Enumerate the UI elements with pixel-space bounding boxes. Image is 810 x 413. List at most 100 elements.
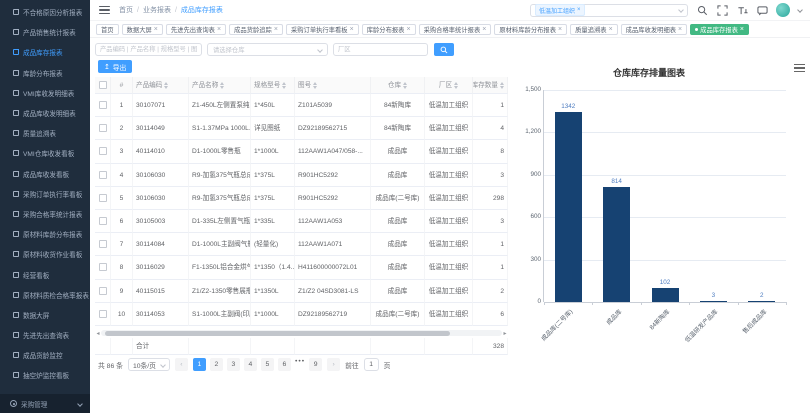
page-button[interactable]: 5 bbox=[261, 358, 274, 371]
font-size-icon[interactable] bbox=[736, 4, 748, 16]
search-icon[interactable] bbox=[696, 4, 708, 16]
organization-tag[interactable]: 低温加工组织 × bbox=[535, 4, 585, 16]
pagination-ellipsis[interactable]: ••• bbox=[295, 358, 305, 371]
table-cell: 30107071 bbox=[133, 94, 189, 117]
row-checkbox[interactable] bbox=[99, 194, 107, 202]
export-button[interactable]: ↥ 导出 bbox=[98, 60, 132, 73]
tab-item[interactable]: 数据大屏× bbox=[122, 24, 163, 35]
sidebar-footer-group[interactable]: 采购管理 bbox=[0, 394, 90, 413]
tag-close-icon[interactable]: × bbox=[577, 7, 581, 13]
goto-page-input[interactable] bbox=[364, 358, 379, 371]
scrollbar-track[interactable] bbox=[101, 330, 502, 336]
sort-icon[interactable] bbox=[220, 82, 224, 89]
sidebar-item[interactable]: 原材料收货作业看板 bbox=[0, 244, 90, 264]
tab-close-icon[interactable]: × bbox=[217, 26, 221, 33]
avatar[interactable] bbox=[776, 3, 790, 17]
sort-icon[interactable] bbox=[454, 82, 458, 89]
tab-item[interactable]: 采购合格率统计报表× bbox=[419, 24, 492, 35]
sidebar-item[interactable]: VMI库收发明细表 bbox=[0, 83, 90, 103]
fullscreen-icon[interactable] bbox=[716, 4, 728, 16]
table-header-col[interactable]: 库存数量 bbox=[473, 77, 508, 94]
sidebar-item[interactable]: 成品库存报表 bbox=[0, 42, 90, 62]
select-all-checkbox[interactable] bbox=[99, 81, 107, 89]
warehouse-select[interactable]: 请选择仓库 bbox=[207, 43, 328, 56]
sort-icon[interactable] bbox=[282, 82, 286, 89]
tab-close-icon[interactable]: × bbox=[154, 26, 158, 33]
sidebar-item[interactable]: 采购订单执行率看板 bbox=[0, 184, 90, 204]
row-checkbox[interactable] bbox=[99, 287, 107, 295]
sidebar-item[interactable]: VMI仓库收发看板 bbox=[0, 143, 90, 163]
sidebar-item[interactable]: 抽空炉监控看板 bbox=[0, 365, 90, 385]
table-header-col[interactable]: 产品名称 bbox=[189, 77, 251, 94]
page-button[interactable]: 4 bbox=[244, 358, 257, 371]
page-button[interactable]: 3 bbox=[227, 358, 240, 371]
table-header-col[interactable]: 产品编码 bbox=[133, 77, 189, 94]
row-checkbox[interactable] bbox=[99, 240, 107, 248]
table-header-col[interactable]: 厂区 bbox=[425, 77, 473, 94]
page-button[interactable]: 2 bbox=[210, 358, 223, 371]
page-button[interactable]: 1 bbox=[193, 358, 206, 371]
sidebar-item[interactable]: 数据大屏 bbox=[0, 305, 90, 325]
row-checkbox[interactable] bbox=[99, 101, 107, 109]
breadcrumb-section[interactable]: 业务报表 bbox=[143, 5, 171, 15]
sidebar-item[interactable]: 原材料质检合格率报表 bbox=[0, 285, 90, 305]
tab-item[interactable]: 首页 bbox=[96, 24, 119, 35]
tab-item[interactable]: 质量追溯表× bbox=[570, 24, 618, 35]
tab-item[interactable]: 采购订单执行率看板× bbox=[286, 24, 359, 35]
table-header-col[interactable]: 规格型号 bbox=[251, 77, 295, 94]
page-size-select[interactable]: 10条/页 bbox=[128, 358, 170, 371]
sidebar-item[interactable]: 成品库收发明细表 bbox=[0, 103, 90, 123]
organization-select[interactable]: 低温加工组织 × bbox=[530, 4, 688, 17]
chart-menu-icon[interactable] bbox=[794, 64, 805, 72]
table-header-col[interactable]: 仓库 bbox=[371, 77, 425, 94]
user-menu-caret-icon[interactable] bbox=[797, 7, 803, 13]
tab-close-icon[interactable]: × bbox=[406, 26, 410, 33]
sidebar-item[interactable]: 不合格原因分析报表 bbox=[0, 2, 90, 22]
search-button[interactable] bbox=[434, 43, 454, 56]
scroll-right-icon[interactable]: ▸ bbox=[502, 330, 508, 337]
tab-item[interactable]: 原材料库龄分布报表× bbox=[494, 24, 567, 35]
sort-icon[interactable] bbox=[403, 82, 407, 89]
sidebar-item[interactable]: 经营看板 bbox=[0, 264, 90, 284]
table-header-col[interactable]: 图号 bbox=[295, 77, 371, 94]
breadcrumb-home[interactable]: 首页 bbox=[119, 5, 133, 15]
message-icon[interactable] bbox=[756, 4, 768, 16]
scrollbar-thumb[interactable] bbox=[105, 331, 450, 336]
factory-input[interactable] bbox=[333, 43, 428, 56]
row-checkbox[interactable] bbox=[99, 171, 107, 179]
tab-close-icon[interactable]: × bbox=[274, 26, 278, 33]
keyword-input[interactable] bbox=[95, 43, 202, 56]
tab-close-icon[interactable]: × bbox=[609, 26, 613, 33]
sidebar-item[interactable]: 成品库收发看板 bbox=[0, 164, 90, 184]
sidebar-item[interactable]: 采购合格率统计报表 bbox=[0, 204, 90, 224]
row-checkbox[interactable] bbox=[99, 124, 107, 132]
sidebar-item[interactable]: 质量追溯表 bbox=[0, 123, 90, 143]
page-button[interactable]: 9 bbox=[309, 358, 322, 371]
sidebar-item[interactable]: 成品货龄监控 bbox=[0, 345, 90, 365]
sort-icon[interactable] bbox=[500, 82, 504, 89]
sidebar-collapse-icon[interactable] bbox=[99, 6, 110, 15]
tab-item[interactable]: 成品库收发明细表× bbox=[621, 24, 687, 35]
prev-page-button[interactable]: ‹ bbox=[175, 358, 188, 371]
sidebar-item[interactable]: 库龄分布报表 bbox=[0, 63, 90, 83]
tab-close-icon[interactable]: × bbox=[350, 26, 354, 33]
sidebar-item[interactable]: 先进先出查询表 bbox=[0, 325, 90, 345]
tab-item[interactable]: 成品货龄追踪× bbox=[229, 24, 283, 35]
row-checkbox[interactable] bbox=[99, 147, 107, 155]
sidebar-item[interactable]: 产品销售统计报表 bbox=[0, 22, 90, 42]
sort-icon[interactable] bbox=[164, 82, 168, 89]
page-button[interactable]: 6 bbox=[278, 358, 291, 371]
tab-item[interactable]: 库龄分布报表× bbox=[362, 24, 416, 35]
tab-active[interactable]: 成品库存报表× bbox=[690, 24, 749, 35]
tab-close-icon[interactable]: × bbox=[482, 26, 486, 33]
row-checkbox[interactable] bbox=[99, 217, 107, 225]
tab-close-icon[interactable]: × bbox=[678, 26, 682, 33]
row-checkbox[interactable] bbox=[99, 310, 107, 318]
next-page-button[interactable]: › bbox=[327, 358, 340, 371]
sort-icon[interactable] bbox=[313, 82, 317, 89]
tab-item[interactable]: 先进先出查询表× bbox=[166, 24, 226, 35]
tab-close-icon[interactable]: × bbox=[740, 26, 744, 33]
tab-close-icon[interactable]: × bbox=[558, 26, 562, 33]
row-checkbox[interactable] bbox=[99, 263, 107, 271]
sidebar-item[interactable]: 原材料库龄分布报表 bbox=[0, 224, 90, 244]
